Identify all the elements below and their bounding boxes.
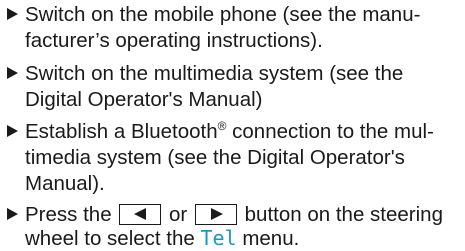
step-text-line: timedia system (see the Digital Operator… bbox=[25, 146, 405, 169]
right-triangle-icon bbox=[210, 208, 223, 220]
step-text-line: Establish a Bluetooth® connection to the… bbox=[25, 119, 434, 147]
step-text: button on the steering bbox=[244, 203, 443, 226]
step-text-line: Manual). bbox=[25, 172, 105, 195]
step-text-line: Digital Operator's Manual) bbox=[25, 88, 263, 111]
step-text-line: facturer’s operating instructions). bbox=[25, 29, 323, 52]
step-text: menu. bbox=[236, 227, 300, 250]
step-text-line: wheel to select the Tel menu. bbox=[25, 226, 299, 251]
bullet-arrow-icon bbox=[7, 125, 18, 137]
step-text: or bbox=[169, 203, 188, 226]
step-text-line: Switch on the multimedia system (see the bbox=[25, 62, 404, 85]
step-text: Establish a Bluetooth bbox=[25, 120, 218, 143]
step-text-line: Press the or button on the steering bbox=[25, 202, 443, 227]
step-text: Press the bbox=[25, 203, 112, 226]
steering-right-button bbox=[194, 204, 237, 225]
bullet-arrow-icon bbox=[7, 8, 18, 20]
steering-left-button bbox=[119, 204, 162, 225]
registered-mark: ® bbox=[217, 119, 227, 133]
step-text: wheel to select the bbox=[25, 227, 195, 250]
bullet-arrow-icon bbox=[7, 208, 18, 220]
step-text: connection to the mul- bbox=[226, 120, 434, 143]
step-text-line: Switch on the mobile phone (see the manu… bbox=[25, 3, 421, 26]
tel-menu-name: Tel bbox=[200, 226, 237, 250]
left-triangle-icon bbox=[134, 208, 147, 220]
bullet-arrow-icon bbox=[7, 67, 18, 79]
